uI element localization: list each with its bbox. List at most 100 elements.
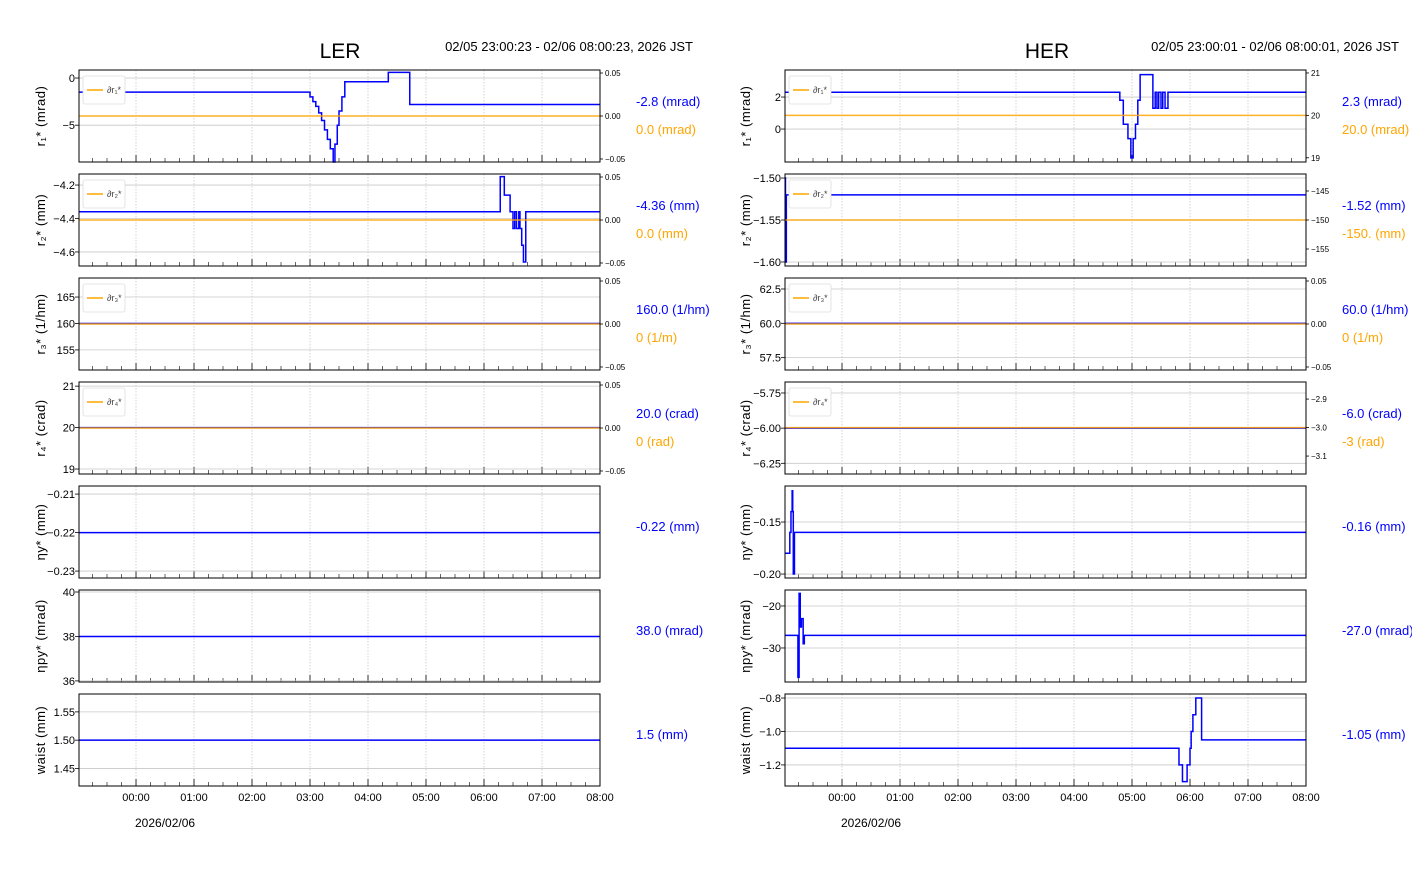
y-tick-label: 62.5 (760, 284, 781, 296)
legend: ∂r₃* (788, 283, 832, 313)
y-tick-label: −1.0 (759, 726, 781, 738)
legend: ∂r₁* (788, 75, 832, 105)
y-axis-label: r₂* (mm) (738, 194, 753, 246)
y2-tick-label: −150 (1311, 216, 1330, 225)
y-axis-label: r₃* (1/hm) (738, 294, 753, 355)
y2-tick-label: 19 (1311, 154, 1320, 163)
y2-tick-label: −0.05 (605, 259, 626, 268)
current-value-blue: -2.8 (mrad) (636, 94, 700, 109)
current-value-blue: 60.0 (1/hm) (1342, 302, 1408, 317)
y2-tick-label: −3.1 (1311, 452, 1327, 461)
current-value-orange: 0.0 (mrad) (636, 122, 696, 137)
panel-waist: −0.8 −1.0 −1.2 waist (mm) -1.05 (mm) 00:00 01:… (738, 693, 1406, 830)
y-axis-label: r₄* (crad) (738, 399, 753, 456)
y2-tick-label: 0.00 (605, 112, 621, 121)
legend: ∂r₂* (82, 179, 126, 209)
panel-r4: 21 20 19 0.05 0.00 −0.05 ∂r₄* r₄* (crad) 20.0 (c… (33, 381, 699, 476)
y2-tick-label: −3.0 (1311, 424, 1327, 433)
legend-label: ∂r₂* (107, 189, 122, 199)
time-range-subtitle: 02/05 23:00:01 - 02/06 08:00:01, 2026 JS… (1151, 39, 1399, 54)
legend-label: ∂r₁* (107, 85, 121, 95)
y2-tick-label: −0.05 (605, 467, 626, 476)
current-value-blue: -1.05 (mm) (1342, 727, 1406, 742)
x-tick-label: 00:00 (828, 792, 856, 804)
legend-label: ∂r₄* (813, 397, 828, 407)
y2-tick-label: 0.05 (605, 277, 621, 286)
y2-tick-label: −145 (1311, 187, 1330, 196)
y2-tick-label: 0.00 (605, 216, 621, 225)
panel-waist: 1.55 1.50 1.45 waist (mm) 1.5 (mm) 00:00 01:00… (33, 693, 688, 830)
y-tick-label: 21 (63, 381, 75, 393)
y-tick-label: −0.8 (759, 693, 781, 705)
y-tick-label: 19 (63, 464, 75, 476)
current-value-blue: 38.0 (mrad) (636, 623, 703, 638)
y-tick-label: 20 (63, 423, 75, 435)
y-tick-label: 36 (63, 676, 75, 688)
current-value-orange: 0.0 (mm) (636, 226, 688, 241)
panel-eta_y: −0.21 −0.22 −0.23 ηy* (mm) -0.22 (mm) (33, 485, 700, 579)
y-axis-label: waist (mm) (738, 706, 753, 776)
panel-r1: 0 −5 0.05 0.00 −0.05 ∂r₁* r₁* (mrad) -2.8 (mrad… (33, 69, 700, 164)
y-tick-label: −20 (762, 601, 781, 613)
panel-eta_py: −20 −30 ηpy* (mrad) -27.0 (mrad) (738, 589, 1412, 683)
current-value-blue: -4.36 (mm) (636, 198, 700, 213)
y-tick-label: −6.00 (753, 423, 781, 435)
chart-her: HER 02/05 23:00:01 - 02/06 08:00:01, 2026… (738, 39, 1412, 830)
x-tick-label: 07:00 (528, 792, 556, 804)
x-tick-label: 00:00 (122, 792, 150, 804)
y-tick-label: 38 (63, 631, 75, 643)
current-value-blue: 1.5 (mm) (636, 727, 688, 742)
y-tick-label: −0.15 (753, 517, 781, 529)
legend-label: ∂r₄* (107, 397, 122, 407)
x-tick-label: 06:00 (470, 792, 498, 804)
y2-tick-label: 0.05 (605, 173, 621, 182)
y-tick-label: 0 (775, 124, 781, 136)
x-tick-label: 01:00 (886, 792, 914, 804)
panel-r2: −1.50 −1.55 −1.60 −145 −150 −155 ∂r₂* r₂* (mm) -… (738, 173, 1406, 269)
current-value-blue: 2.3 (mrad) (1342, 94, 1402, 109)
current-value-orange: -150. (mm) (1342, 226, 1406, 241)
y-tick-label: −1.55 (753, 215, 781, 227)
y2-tick-label: 0.05 (605, 69, 621, 78)
y-axis-label: ηy* (mm) (738, 504, 753, 561)
date-label: 2026/02/06 (135, 816, 195, 830)
y2-tick-label: −0.05 (605, 155, 626, 164)
x-tick-label: 04:00 (354, 792, 382, 804)
legend: ∂r₃* (82, 283, 126, 313)
current-value-blue: -0.22 (mm) (636, 519, 700, 534)
y2-tick-label: −155 (1311, 245, 1330, 254)
y-tick-label: 2 (775, 92, 781, 104)
legend: ∂r₁* (82, 75, 126, 105)
legend: ∂r₄* (788, 387, 832, 417)
y-axis-label: r₂* (mm) (33, 194, 48, 246)
y-tick-label: −1.50 (753, 173, 781, 185)
y-tick-label: 1.45 (54, 763, 75, 775)
current-value-orange: 20.0 (mrad) (1342, 122, 1409, 137)
current-value-blue: -27.0 (mrad) (1342, 623, 1412, 638)
y-tick-label: −5 (62, 120, 75, 132)
y-tick-label: −1.2 (759, 760, 781, 772)
legend-label: ∂r₁* (813, 85, 827, 95)
panel-r3: 165 160 155 0.05 0.00 −0.05 ∂r₃* r₃* (1/hm) 160.… (33, 277, 710, 372)
panel-r3: 62.5 60.0 57.5 0.05 0.00 −0.05 ∂r₃* r₃* (1/hm) 6… (738, 277, 1408, 372)
y-tick-label: −4.6 (53, 247, 75, 259)
y-tick-label: −0.20 (753, 569, 781, 581)
y-tick-label: −6.25 (753, 458, 781, 470)
beam-parameter-figure: LER 02/05 23:00:23 - 02/06 08:00:23, 2026… (33, 39, 1412, 830)
y-tick-label: 40 (63, 587, 75, 599)
y-tick-label: −4.4 (53, 213, 75, 225)
legend: ∂r₂* (788, 179, 832, 209)
panel-eta_py: 40 38 36 ηpy* (mrad) 38.0 (mrad) (33, 587, 703, 688)
y-tick-label: 60.0 (760, 318, 781, 330)
panel-r4: −5.75 −6.00 −6.25 −2.9 −3.0 −3.1 ∂r₄* r₄* (crad… (738, 381, 1402, 475)
y-tick-label: −0.21 (47, 489, 75, 501)
y2-tick-label: 0.05 (1311, 277, 1327, 286)
y-axis-label: r₁* (mrad) (738, 86, 753, 147)
y-axis-label: waist (mm) (33, 706, 48, 776)
x-tick-label: 03:00 (296, 792, 324, 804)
current-value-orange: 0 (rad) (636, 434, 674, 449)
current-value-blue: 160.0 (1/hm) (636, 302, 710, 317)
x-tick-label: 05:00 (1118, 792, 1146, 804)
y-axis-label: r₃* (1/hm) (33, 294, 48, 355)
y2-tick-label: −0.05 (605, 363, 626, 372)
